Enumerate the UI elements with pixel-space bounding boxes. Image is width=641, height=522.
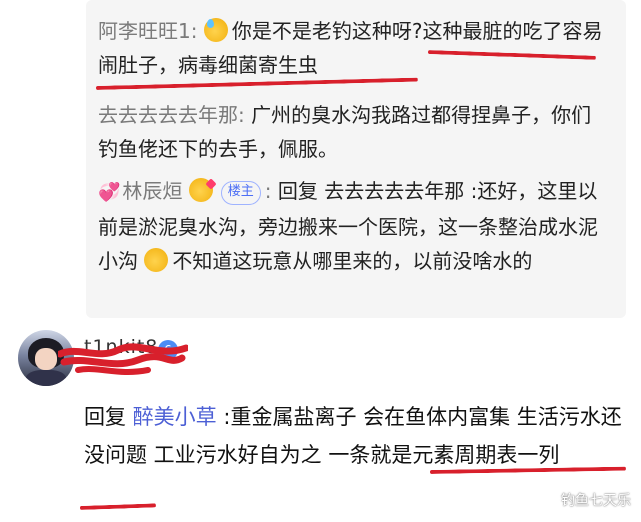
sub-reply-text-continued: 不知道这玩意从哪里来的，以前没啥水的 <box>172 249 533 273</box>
watermark-text: 钓鱼七天乐 <box>561 493 631 509</box>
reply-prefix: 回复 <box>84 405 126 429</box>
sub-reply-separator: : <box>190 19 198 43</box>
hearts-icon: 💞 <box>98 182 121 203</box>
op-badge: 楼主 <box>220 181 261 205</box>
sub-reply-1[interactable]: 阿李旺旺1: 你是不是老钓这种呀?这种最脏的吃了容易闹肚子，病毒细菌寄生虫 <box>98 14 608 82</box>
kiss-emoji-icon <box>188 178 213 202</box>
sub-reply-username[interactable]: 去去去去去年那 <box>98 103 238 127</box>
screenshot-page: 阿李旺旺1: 你是不是老钓这种呀?这种最脏的吃了容易闹肚子，病毒细菌寄生虫 去去… <box>0 0 641 522</box>
avatar-face <box>35 348 57 370</box>
redaction-scribble <box>58 343 188 375</box>
sub-reply-3[interactable]: 💞 林辰烜 楼主: 回复 去去去去去年那 :还好，这里以前是淤泥臭水沟，旁边搬来一… <box>98 174 608 278</box>
sub-reply-2[interactable]: 去去去去去年那: 广州的臭水沟我路过都得捏鼻子，你们钓鱼佬还下的去手，佩服。 <box>98 98 608 166</box>
sub-reply-separator: : <box>264 179 272 203</box>
thinking-emoji-icon <box>144 248 169 272</box>
sub-reply-username[interactable]: 林辰烜 <box>122 179 182 203</box>
comment-body: 回复 醉美小草 :重金属盐离子 会在鱼体内富集 生活污水还没问题 工业污水好自为… <box>84 398 632 474</box>
sweat-smile-emoji-icon <box>203 18 228 42</box>
sub-reply-separator: : <box>238 103 245 127</box>
sub-reply-username[interactable]: 阿李旺旺1 <box>98 19 191 43</box>
red-underline-mark <box>79 503 157 510</box>
reply-to-username-link[interactable]: 醉美小草 <box>133 405 217 429</box>
